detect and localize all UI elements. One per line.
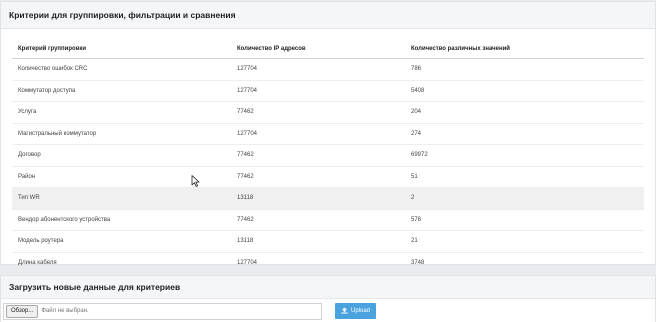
distinct-count-cell: 274	[405, 122, 644, 145]
criterion-cell: Магистральный коммутатор	[12, 122, 231, 145]
criteria-panel: Критерии для группировки, фильтрации и с…	[0, 1, 656, 273]
ip-count-cell: 77462	[231, 101, 405, 123]
table-row[interactable]: Вендор абонентского устройства 77462 578	[12, 208, 644, 231]
table-row[interactable]: Количество ошибок CRC 127704 786	[12, 58, 644, 80]
table-row[interactable]: Договор 77462 69972	[12, 144, 644, 166]
column-header-ip-count: Количество IP адресов	[231, 39, 405, 59]
ip-count-cell: 77462	[231, 144, 405, 166]
criterion-cell: Тип WR	[12, 187, 231, 209]
table-row[interactable]: Коммутатор доступа 127704 5408	[12, 79, 644, 102]
table-row[interactable]: Магистральный коммутатор 127704 274	[12, 122, 644, 145]
distinct-count-cell: 786	[405, 58, 644, 80]
distinct-count-cell: 69972	[405, 144, 644, 166]
upload-button[interactable]: Upload	[335, 303, 376, 319]
upload-icon	[341, 307, 348, 314]
criteria-table: Критерий группировки Количество IP адрес…	[12, 39, 644, 273]
criterion-cell: Вендор абонентского устройства	[12, 208, 231, 231]
mouse-cursor-icon	[191, 175, 200, 187]
upload-panel: Загрузить новые данные для критериев Обз…	[0, 275, 656, 322]
distinct-count-cell: 2	[405, 187, 644, 209]
distinct-count-cell: 204	[405, 101, 644, 123]
upload-row: Обзор... Файл не выбран. Upload	[1, 299, 655, 322]
table-row-hovered[interactable]: Тип WR 13118 2	[12, 187, 644, 209]
column-header-criterion: Критерий группировки	[12, 39, 231, 59]
table-row[interactable]: Модель роутера 13118 21	[12, 230, 644, 252]
browse-button[interactable]: Обзор...	[6, 305, 39, 318]
distinct-count-cell: 21	[405, 230, 644, 252]
table-row[interactable]: Район 77462 51	[12, 165, 644, 188]
ip-count-cell: 77462	[231, 208, 405, 231]
criterion-cell: Модель роутера	[12, 230, 231, 252]
table-row[interactable]: Услуга 77462 204	[12, 101, 644, 123]
column-header-distinct-count: Количество различных значений	[405, 39, 644, 59]
file-status-text: Файл не выбран.	[41, 308, 89, 314]
distinct-count-cell: 578	[405, 208, 644, 231]
ip-count-cell: 127704	[231, 79, 405, 102]
ip-count-cell: 127704	[231, 122, 405, 145]
criterion-cell: Коммутатор доступа	[12, 79, 231, 102]
ip-count-cell: 77462	[231, 165, 405, 188]
ip-count-cell: 13118	[231, 230, 405, 252]
upload-button-label: Upload	[350, 308, 370, 314]
criterion-cell: Длина кабеля	[12, 251, 231, 273]
file-input[interactable]: Обзор... Файл не выбран.	[3, 303, 322, 320]
distinct-count-cell: 51	[405, 165, 644, 188]
ip-count-cell: 127704	[231, 58, 405, 80]
ip-count-cell: 127704	[231, 251, 405, 273]
table-row[interactable]: Длина кабеля 127704 3748	[12, 251, 644, 273]
distinct-count-cell: 5408	[405, 79, 644, 102]
criterion-cell: Договор	[12, 144, 231, 166]
criterion-cell: Количество ошибок CRC	[12, 58, 231, 80]
ip-count-cell: 13118	[231, 187, 405, 209]
table-header-row: Критерий группировки Количество IP адрес…	[12, 39, 644, 59]
distinct-count-cell: 3748	[405, 251, 644, 273]
upload-panel-title: Загрузить новые данные для критериев	[1, 276, 655, 299]
criterion-cell: Услуга	[12, 101, 231, 123]
criteria-panel-title: Критерии для группировки, фильтрации и с…	[1, 2, 655, 29]
